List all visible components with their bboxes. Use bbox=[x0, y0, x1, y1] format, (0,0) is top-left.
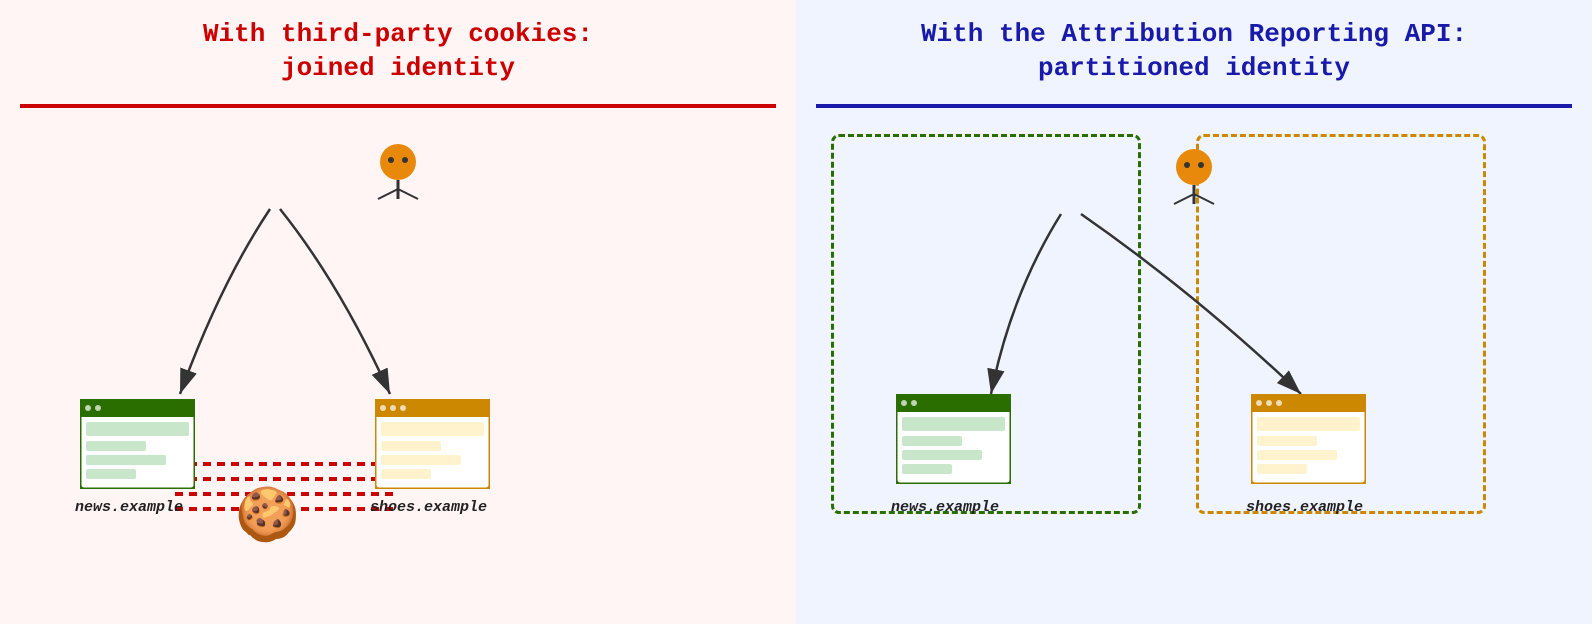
left-panel: With third-party cookies: joined identit… bbox=[0, 0, 796, 624]
browser-news-right bbox=[896, 394, 1011, 484]
label-shoes-right: shoes.example bbox=[1246, 499, 1363, 516]
left-diagram: 🍪 news.example shoes.example bbox=[20, 124, 776, 604]
browser-shoes-left bbox=[375, 399, 490, 489]
right-title-line2: partitioned identity bbox=[1038, 53, 1350, 83]
label-news-right: news.example bbox=[891, 499, 999, 516]
left-title-line1: With third-party cookies: bbox=[203, 19, 593, 49]
right-title: With the Attribution Reporting API: part… bbox=[816, 0, 1572, 96]
label-shoes-left: shoes.example bbox=[370, 499, 487, 516]
left-title-line2: joined identity bbox=[281, 53, 515, 83]
right-diagram: news.example shoes.example bbox=[816, 124, 1572, 604]
left-divider bbox=[20, 104, 776, 108]
left-title: With third-party cookies: joined identit… bbox=[20, 0, 776, 96]
cookie-icon: 🍪 bbox=[235, 484, 300, 548]
right-title-line1: With the Attribution Reporting API: bbox=[921, 19, 1467, 49]
right-divider bbox=[816, 104, 1572, 108]
browser-news-left bbox=[80, 399, 195, 489]
right-panel: With the Attribution Reporting API: part… bbox=[796, 0, 1592, 624]
browser-shoes-right bbox=[1251, 394, 1366, 484]
arrows-right bbox=[816, 124, 1572, 604]
red-connection bbox=[20, 124, 776, 604]
label-news-left: news.example bbox=[75, 499, 183, 516]
